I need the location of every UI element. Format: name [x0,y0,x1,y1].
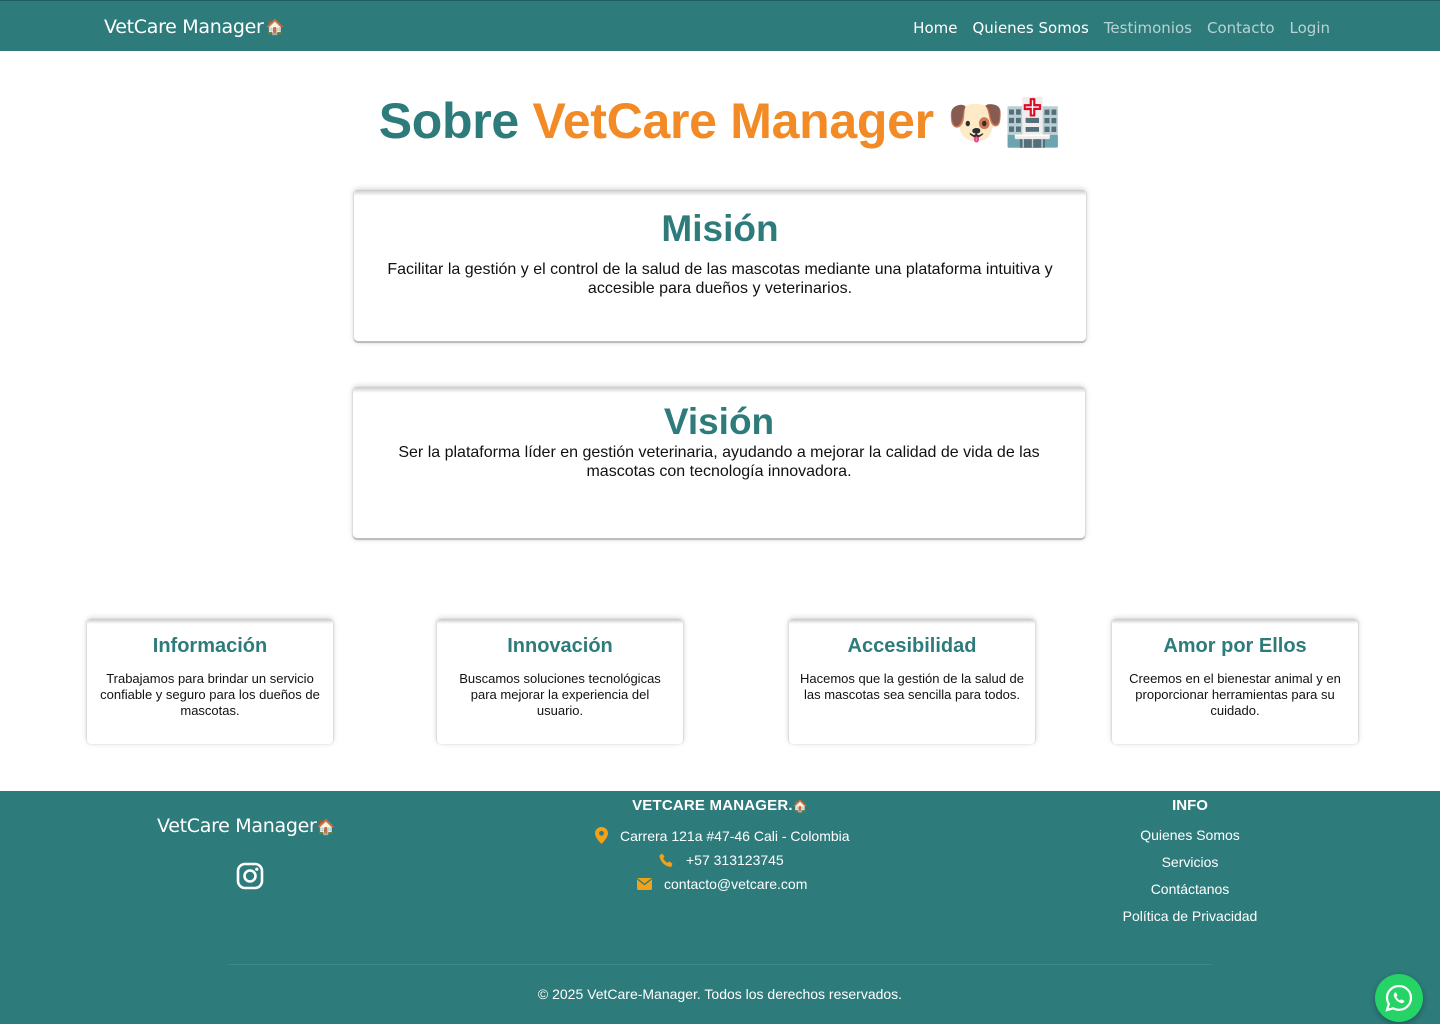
location-icon [595,827,608,844]
value-card-informacion: Información Trabajamos para brindar un s… [87,619,333,744]
value-text: Creemos en el bienestar animal y en prop… [1129,671,1341,718]
email-icon [637,878,652,890]
value-card-amor-por-ellos: Amor por Ellos Creemos en el bienestar a… [1112,619,1358,744]
whatsapp-icon [1385,984,1413,1012]
mission-card: Misión Facilitar la gestión y el control… [354,190,1086,343]
navbar-brand[interactable]: VetCare Manager 🏠 [104,16,284,38]
nav-links: Home Quienes Somos Testimonios Contacto … [913,19,1330,37]
value-title: Innovación [507,635,613,657]
page-title: Sobre VetCare Manager 🐶🏥 [0,92,1440,150]
footer-contact-title: VETCARE MANAGER.🏠 [560,797,880,814]
mission-title: Misión [661,208,779,249]
footer-copyright: © 2025 VetCare-Manager. Todos los derech… [537,986,903,1002]
value-title: Amor por Ellos [1163,635,1307,657]
footer-address: Carrera 121a #47-46 Cali - Colombia [595,827,850,844]
footer-brand-emoji: 🏠 [316,818,335,836]
nav-link-quienes-somos[interactable]: Quienes Somos [972,19,1088,37]
footer-link-quienes-somos[interactable]: Quienes Somos [1090,827,1290,843]
nav-link-home[interactable]: Home [913,19,957,37]
value-text: Trabajamos para brindar un servicio conf… [100,671,320,718]
footer-divider [228,964,1212,965]
vision-text: Ser la plataforma líder en gestión veter… [398,444,1040,480]
title-emojis: 🐶🏥 [947,96,1062,148]
footer-info: INFO Quienes Somos Servicios Contáctanos… [1090,797,1290,924]
value-card-innovacion: Innovación Buscamos soluciones tecnológi… [437,619,683,744]
value-text: Hacemos que la gestión de la salud de la… [799,671,1025,702]
footer-link-servicios[interactable]: Servicios [1090,854,1290,870]
vision-title: Visión [663,401,775,442]
brand-name: VetCare Manager [104,16,264,38]
vision-card: Visión Ser la plataforma líder en gestió… [353,387,1085,540]
nav-link-testimonios[interactable]: Testimonios [1104,19,1192,37]
brand-emoji: 🏠 [265,18,284,36]
phone-icon [659,853,673,867]
value-text: Buscamos soluciones tecnológicas para me… [459,671,661,718]
footer-address-text: Carrera 121a #47-46 Cali - Colombia [620,827,850,844]
value-title: Información [152,635,268,657]
footer-email-text[interactable]: contacto@vetcare.com [664,876,807,892]
footer-brand-name: VetCare Manager [157,815,317,837]
navbar: VetCare Manager 🏠 Home Quienes Somos Tes… [0,0,1440,51]
value-card-accesibilidad: Accesibilidad Hacemos que la gestión de … [789,619,1035,744]
footer-contact-emoji: 🏠 [792,799,808,813]
footer-email: contacto@vetcare.com [637,876,807,892]
value-title: Accesibilidad [847,635,977,657]
title-prefix: Sobre [378,93,520,149]
nav-link-login[interactable]: Login [1290,19,1330,37]
whatsapp-button[interactable] [1375,974,1423,1022]
footer-info-title: INFO [1172,797,1208,814]
footer-link-contactanos[interactable]: Contáctanos [1090,881,1290,897]
title-highlight: VetCare Manager [532,93,935,149]
nav-link-contacto[interactable]: Contacto [1207,19,1275,37]
footer-brand: VetCare Manager🏠 [157,815,335,837]
footer: VetCare Manager🏠 VETCARE MANAGER.🏠 Carre… [0,791,1440,1024]
footer-contact-title-text: VETCARE MANAGER. [632,797,793,814]
footer-phone-text: +57 313123745 [686,852,784,868]
instagram-icon[interactable] [236,862,264,890]
footer-phone: +57 313123745 [659,852,784,868]
mission-text: Facilitar la gestión y el control de la … [387,261,1053,297]
footer-contact: VETCARE MANAGER.🏠 [560,797,880,814]
footer-link-privacidad[interactable]: Política de Privacidad [1090,908,1290,924]
